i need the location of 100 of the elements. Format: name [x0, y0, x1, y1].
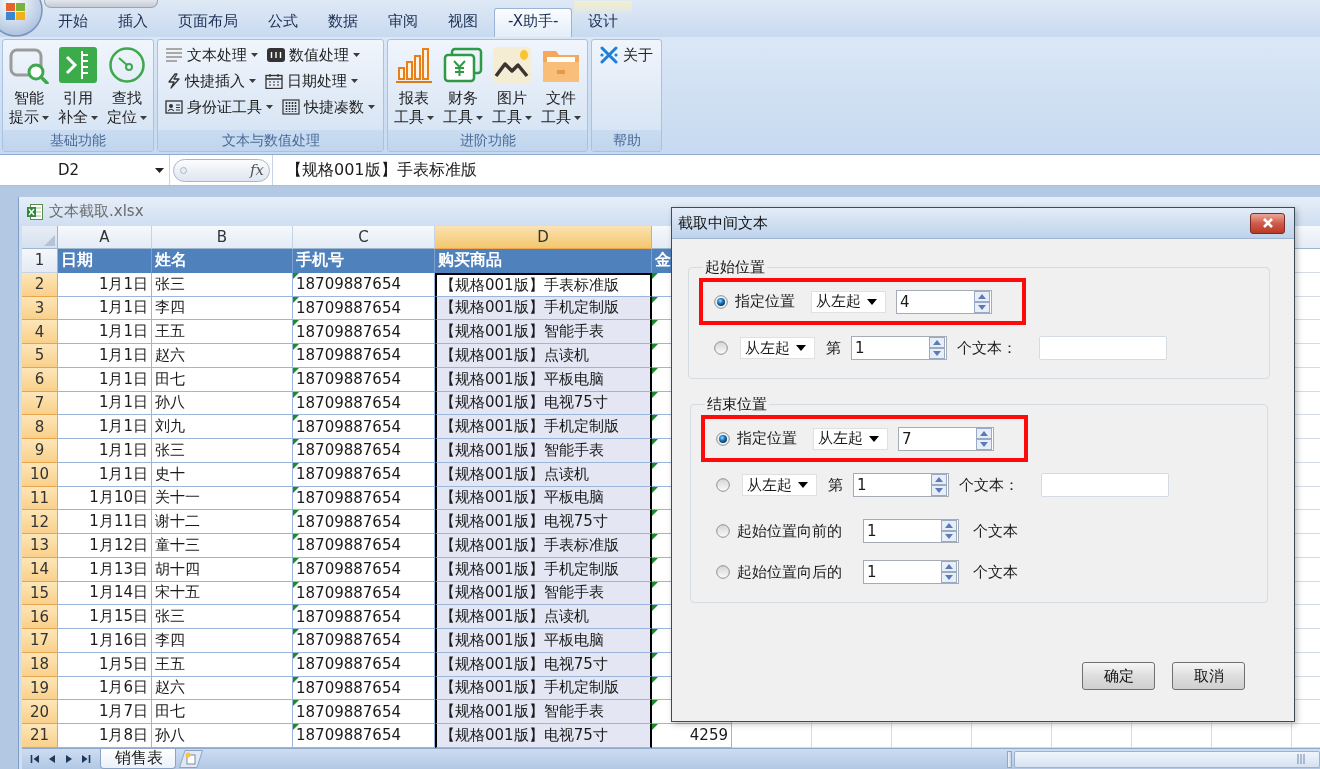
option-label: 个文本： [959, 475, 1019, 495]
row-header[interactable]: 4 [22, 320, 58, 344]
formula-field[interactable]: 【规格001版】手表标准版 [272, 155, 1320, 185]
group-title: 文本与数值处理 [158, 130, 383, 151]
row-header[interactable]: 2 [22, 272, 58, 297]
magnifier-icon [9, 46, 49, 84]
row-header[interactable]: 21 [22, 724, 58, 748]
ribbon-button[interactable]: 文件 工具 [537, 44, 585, 130]
ribbon-tab[interactable]: 视图 [434, 8, 492, 37]
row-header[interactable]: 18 [22, 652, 58, 677]
dialog-button[interactable]: 取消 [1172, 662, 1245, 690]
ribbon-button[interactable]: 快捷凑数 [281, 97, 376, 117]
column-title: 姓名 [155, 249, 187, 271]
number-field[interactable]: 1 [853, 473, 949, 497]
radio-button[interactable] [714, 294, 728, 309]
ribbon-button[interactable]: 快捷插入 [164, 71, 257, 91]
direction-dropdown[interactable]: 从左起 [813, 427, 888, 450]
spin-arrows-icon[interactable] [976, 427, 992, 450]
row-header[interactable]: 15 [22, 581, 58, 606]
ribbon-button[interactable]: 数值处理 [266, 45, 361, 65]
horizontal-scrollbar[interactable] [1014, 750, 1320, 768]
row-header[interactable]: 8 [22, 415, 58, 439]
row-header[interactable]: 6 [22, 367, 58, 392]
column-header[interactable]: D [435, 226, 652, 249]
ribbon-button[interactable]: 日期处理 [264, 71, 359, 91]
ribbon-button[interactable]: 文本处理 [164, 45, 259, 65]
table-cell: 赵六 [152, 344, 293, 368]
ribbon-button[interactable]: 身份证工具 [164, 97, 274, 117]
radio-button[interactable] [716, 478, 730, 492]
number-field[interactable]: 1 [863, 519, 959, 543]
row-header[interactable]: 9 [22, 439, 58, 463]
row-header[interactable]: 13 [22, 534, 58, 558]
split-handle[interactable] [1007, 750, 1012, 768]
ribbon-button[interactable]: 引用 补全 [54, 44, 102, 130]
ribbon-tab[interactable]: -X助手- [494, 8, 573, 37]
direction-dropdown[interactable]: 从左起 [740, 337, 815, 359]
ribbon-tab[interactable]: 审阅 [374, 8, 432, 37]
row-header[interactable]: 20 [22, 700, 58, 724]
row-header[interactable]: 16 [22, 605, 58, 629]
column-header[interactable]: C [293, 226, 435, 249]
ribbon-button[interactable]: 财务 工具 [439, 44, 487, 130]
ribbon-tab[interactable]: 开始 [44, 8, 102, 37]
spin-arrows-icon[interactable] [941, 561, 957, 583]
direction-dropdown[interactable]: 从左起 [811, 290, 886, 313]
sheet-tab[interactable]: 销售表 [100, 749, 176, 769]
number-field[interactable]: 1 [863, 560, 959, 584]
row-header[interactable]: 1 [22, 249, 58, 273]
column-header[interactable]: B [152, 226, 293, 249]
option-label: 起始位置向前的 [737, 521, 842, 541]
ribbon-button[interactable]: 图片 工具 [488, 44, 536, 130]
name-box[interactable]: D2 [0, 155, 170, 185]
ribbon-button[interactable]: 关于 [598, 45, 654, 65]
text-field[interactable] [1039, 336, 1167, 360]
radio-button[interactable] [716, 431, 730, 446]
spin-arrows-icon[interactable] [929, 337, 945, 359]
row-header[interactable]: 11 [22, 486, 58, 511]
cell-value: 18709887654 [296, 275, 401, 294]
close-button[interactable] [1250, 212, 1285, 234]
first-arrow-icon[interactable] [30, 754, 40, 764]
right-arrow-icon[interactable] [64, 754, 74, 764]
group-title: 基础功能 [3, 130, 153, 151]
handle-dot-icon[interactable] [180, 166, 187, 174]
spin-arrows-icon[interactable] [931, 474, 947, 496]
app-orb-icon[interactable] [0, 0, 44, 37]
ribbon-tab[interactable]: 数据 [314, 8, 372, 37]
ribbon-button[interactable]: 报表 工具 [390, 44, 438, 130]
row-header[interactable]: 10 [22, 462, 58, 487]
number-field[interactable]: 1 [851, 336, 947, 360]
table-cell: 关十一 [152, 486, 293, 511]
ribbon-button[interactable]: 查找 定位 [103, 44, 151, 130]
quick-access-bar[interactable] [44, 0, 158, 8]
radio-button[interactable] [716, 524, 730, 538]
radio-button[interactable] [716, 565, 730, 579]
number-field[interactable]: 7 [898, 426, 994, 451]
row-header[interactable]: 5 [22, 344, 58, 368]
insert-function-button[interactable]: fx [247, 161, 267, 179]
number-field[interactable]: 4 [896, 289, 992, 314]
table-cell: 1月1日 [58, 272, 152, 297]
row-header[interactable]: 17 [22, 629, 58, 653]
text-field[interactable] [1041, 473, 1169, 497]
new-sheet-icon[interactable] [179, 750, 203, 768]
ribbon-tab[interactable]: 公式 [254, 8, 312, 37]
column-header[interactable]: A [58, 226, 152, 249]
spin-arrows-icon[interactable] [974, 290, 990, 313]
direction-dropdown[interactable]: 从左起 [742, 474, 817, 496]
row-header[interactable]: 7 [22, 391, 58, 416]
ribbon-tab[interactable]: 插入 [104, 8, 162, 37]
table-cell: 宋十五 [152, 581, 293, 606]
spin-arrows-icon[interactable] [941, 520, 957, 542]
left-arrow-icon[interactable] [47, 754, 57, 764]
caret-icon [798, 482, 808, 488]
row-header[interactable]: 12 [22, 510, 58, 534]
ribbon-button[interactable]: 智能 提示 [5, 44, 53, 130]
row-header[interactable]: 19 [22, 676, 58, 701]
radio-button[interactable] [714, 341, 728, 355]
last-arrow-icon[interactable] [81, 754, 91, 764]
row-header[interactable]: 3 [22, 296, 58, 321]
ribbon-tab[interactable]: 页面布局 [164, 8, 252, 37]
row-header[interactable]: 14 [22, 557, 58, 582]
dialog-button[interactable]: 确定 [1082, 662, 1155, 690]
